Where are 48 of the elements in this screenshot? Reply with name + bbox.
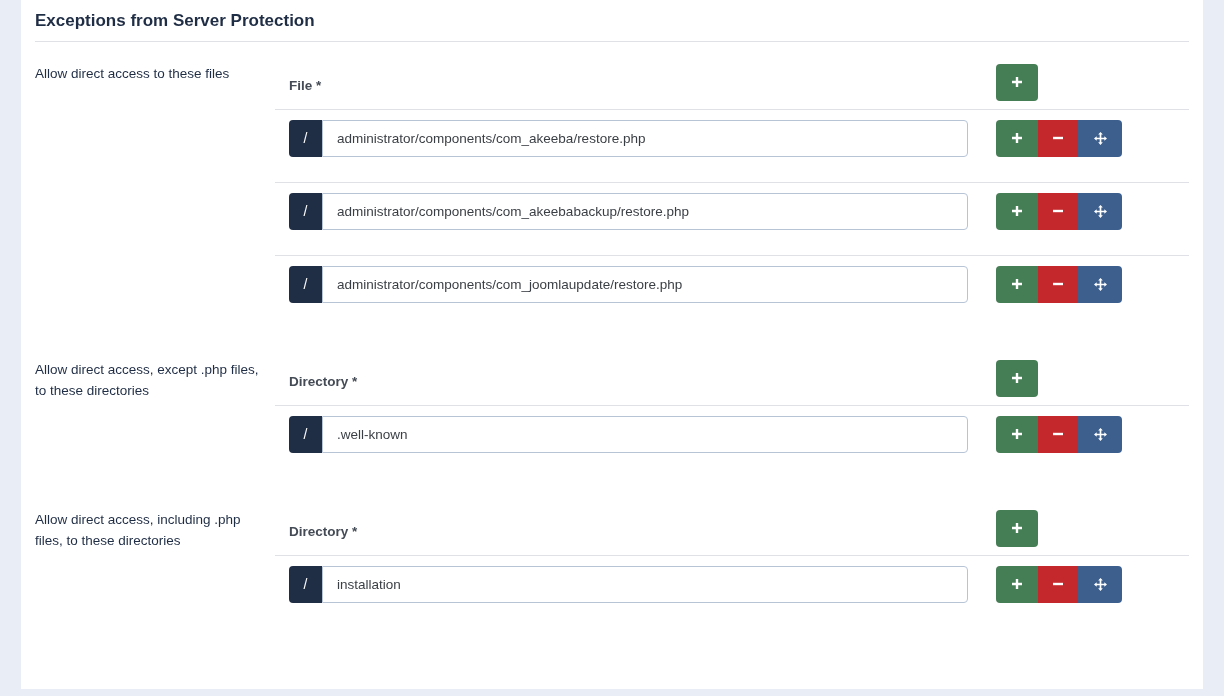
move-handle[interactable] [1078, 265, 1122, 303]
plus-icon [1011, 428, 1023, 440]
add-button[interactable] [996, 63, 1038, 101]
move-icon [1093, 204, 1107, 218]
path-input[interactable]: administrator/components/com_joomlaupdate/restore.php [322, 265, 968, 303]
plus-icon [1011, 372, 1023, 384]
path-prefix: / [289, 192, 322, 230]
plus-icon [1011, 132, 1023, 144]
plus-icon [1011, 205, 1023, 217]
column-header: Directory * [288, 523, 359, 542]
move-handle[interactable] [1078, 415, 1122, 453]
column-header: File * [288, 77, 323, 96]
move-icon [1093, 577, 1107, 591]
plus-icon [1011, 278, 1023, 290]
add-button[interactable] [996, 565, 1038, 603]
move-icon [1093, 131, 1107, 145]
field-label: Allow direct access, except .php files, to these directories [35, 360, 260, 400]
add-button[interactable] [996, 509, 1038, 547]
move-handle[interactable] [1078, 565, 1122, 603]
path-input[interactable]: administrator/components/com_akeeba/restore.php [322, 119, 968, 157]
move-handle[interactable] [1078, 119, 1122, 157]
add-button[interactable] [996, 192, 1038, 230]
remove-button[interactable] [1038, 565, 1078, 603]
path-prefix: / [289, 565, 322, 603]
move-handle[interactable] [1078, 192, 1122, 230]
remove-button[interactable] [1038, 265, 1078, 303]
add-button[interactable] [996, 265, 1038, 303]
field-label: Allow direct access to these files [35, 64, 231, 83]
plus-icon [1011, 522, 1023, 534]
field-label: Allow direct access, including .php files, to these directories [35, 510, 242, 550]
path-prefix: / [289, 265, 322, 303]
plus-icon [1011, 76, 1023, 88]
remove-button[interactable] [1038, 192, 1078, 230]
move-icon [1093, 277, 1107, 291]
column-header: Directory * [288, 373, 359, 392]
path-input[interactable]: installation [322, 565, 968, 603]
path-input[interactable]: .well-known [322, 415, 968, 453]
section-title: Exceptions from Server Protection [35, 8, 1189, 42]
path-prefix: / [289, 119, 322, 157]
path-input[interactable]: administrator/components/com_akeebabackup/restore.php [322, 192, 968, 230]
add-button[interactable] [996, 415, 1038, 453]
move-icon [1093, 427, 1107, 441]
add-button[interactable] [996, 119, 1038, 157]
remove-button[interactable] [1038, 119, 1078, 157]
remove-button[interactable] [1038, 415, 1078, 453]
path-prefix: / [289, 415, 322, 453]
plus-icon [1011, 578, 1023, 590]
add-button[interactable] [996, 359, 1038, 397]
